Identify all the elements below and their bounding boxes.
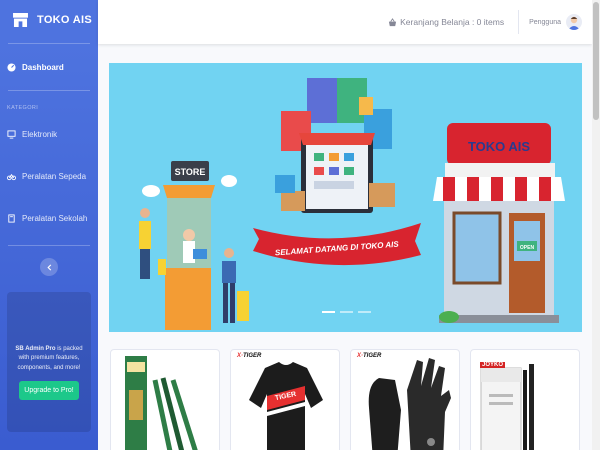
sidebar-item-label: Peralatan Sepeda (22, 171, 87, 181)
sidebar-item-peralatan-sekolah[interactable]: Peralatan Sekolah (0, 197, 98, 239)
cart-link[interactable]: Keranjang Belanja : 0 items (388, 17, 504, 27)
shop-sign: TOKO AIS (468, 139, 530, 154)
product-card-ballpoint-pen[interactable]: JOYKO (470, 349, 580, 450)
topbar: Keranjang Belanja : 0 items Pengguna (98, 0, 592, 44)
sidebar-promo: SB Admin Pro is packed with premium feat… (7, 292, 91, 432)
sidebar-item-peralatan-sepeda[interactable]: Peralatan Sepeda (0, 155, 98, 197)
sidebar-heading: KATEGORI (7, 105, 39, 111)
user-name: Pengguna (529, 18, 561, 26)
sidebar-item-label: Elektronik (22, 129, 58, 139)
brand-logo: X·TIGER (237, 353, 262, 359)
product-card-cycling-jersey[interactable]: X·TIGER TIGER (230, 349, 340, 450)
scrollbar-thumb[interactable] (593, 2, 599, 120)
tv-icon (7, 129, 16, 139)
jersey-image: TIGER (249, 362, 323, 450)
brand[interactable]: TOKO AIS (0, 0, 98, 40)
cart-label: Keranjang Belanja : 0 items (400, 17, 505, 27)
shopping-basket-icon (389, 17, 397, 26)
product-card-pencil-set[interactable] (110, 349, 220, 450)
store-icon (13, 13, 28, 27)
book-icon (8, 213, 15, 223)
chevron-left-icon (46, 263, 51, 271)
brand-logo: X·TIGER (357, 353, 382, 359)
sidebar-item-label: Peralatan Sekolah (22, 213, 88, 223)
user-menu[interactable]: Pengguna (529, 14, 582, 30)
brand-name: TIGER (243, 353, 262, 359)
promo-text: SB Admin Pro is packed with premium feat… (7, 345, 91, 373)
nav-dashboard[interactable]: Dashboard (0, 44, 98, 90)
upgrade-button[interactable]: Upgrade to Pro! (19, 380, 79, 400)
promo-text-bold: SB Admin Pro (15, 346, 56, 352)
banner-illustration: STORE SELAMAT DATANG DI TOKO AIS TOKO AI… (139, 78, 565, 330)
nav-dashboard-label: Dashboard (22, 62, 64, 72)
user-avatar-icon (568, 16, 580, 30)
open-sign: OPEN (520, 245, 535, 251)
sidebar-toggle-button[interactable] (40, 258, 58, 276)
product-card-cycling-gloves[interactable]: X·TIGER (350, 349, 460, 450)
sidebar-divider (8, 245, 90, 246)
hero-banner: STORE SELAMAT DATANG DI TOKO AIS TOKO AI… (109, 63, 582, 332)
kiosk-sign: STORE (175, 167, 206, 177)
bicycle-icon (7, 173, 16, 180)
store-kiosk: STORE (163, 161, 215, 330)
gloves-image (368, 358, 451, 450)
carousel-indicators (322, 311, 371, 313)
sidebar-item-elektronik[interactable]: Elektronik (0, 113, 98, 155)
dashboard-icon (7, 62, 16, 72)
topbar-divider (518, 10, 520, 34)
brand-logo: JOYKO (480, 362, 506, 368)
brand-name: TIGER (363, 353, 382, 359)
carousel-indicator[interactable] (358, 311, 371, 313)
toko-ais-shop: TOKO AIS OPEN (433, 123, 565, 323)
sidebar-divider (8, 90, 90, 91)
sidebar: TOKO AIS Dashboard KATEGORI Elektronik P… (0, 0, 98, 450)
brand-title: TOKO AIS (37, 14, 92, 26)
avatar (566, 14, 582, 30)
carousel-indicator[interactable] (340, 311, 353, 313)
page-scrollbar[interactable] (592, 0, 600, 450)
pencil-set-image (125, 356, 198, 450)
carousel-indicator[interactable] (322, 311, 335, 313)
product-grid: X·TIGER TIGER X·TIGER JOYKO (110, 349, 582, 450)
